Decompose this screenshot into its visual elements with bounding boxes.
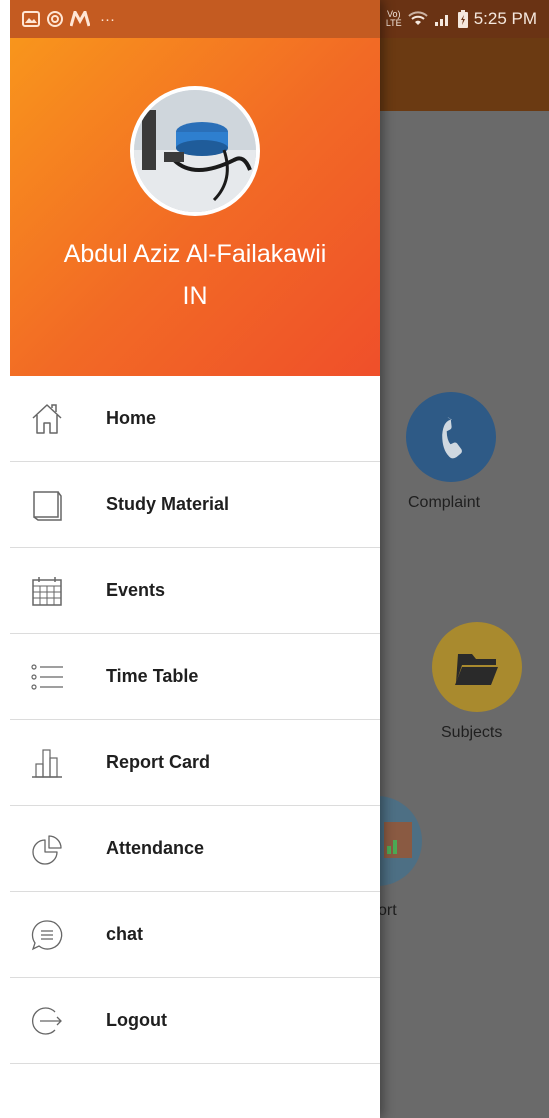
wifi-icon	[407, 11, 428, 25]
signal-icon	[434, 15, 448, 26]
gallery-icon	[22, 11, 40, 27]
menu-label-events: Events	[106, 580, 166, 600]
menu-item-chat[interactable]: chat	[10, 892, 380, 978]
avatar[interactable]	[130, 86, 260, 216]
menu-label-report-card: Report Card	[106, 752, 211, 772]
bar-chart-icon	[32, 748, 62, 778]
list-icon	[31, 663, 63, 690]
menu-item-study-material[interactable]: Study Material	[10, 462, 380, 548]
menu-item-attendance[interactable]: Attendance	[10, 806, 380, 892]
screen: Complaint Subjects ort Vo) LTE 5:25 PM ·…	[10, 0, 549, 1118]
volte-indicator: Vo) LTE	[385, 9, 402, 28]
menu-label-attendance: Attendance	[106, 838, 205, 858]
chat-icon	[31, 919, 63, 950]
menu-item-time-table[interactable]: Time Table	[10, 634, 380, 720]
menu-label-time-table: Time Table	[106, 666, 199, 686]
subjects-label: Subjects	[441, 724, 503, 741]
logout-icon	[32, 1006, 62, 1035]
complaint-button[interactable]	[406, 392, 496, 482]
subjects-button[interactable]	[432, 622, 522, 712]
more-notifications: ···	[100, 10, 115, 28]
at-icon	[47, 11, 63, 27]
menu-item-home[interactable]: Home	[10, 376, 380, 462]
drawer-menu: Home Study Material Events Time Table Re…	[10, 376, 380, 1064]
report-label: ort	[378, 902, 397, 919]
menu-label-study-material: Study Material	[106, 494, 230, 514]
calendar-icon	[32, 576, 62, 606]
status-bar-right: Vo) LTE 5:25 PM	[386, 0, 537, 38]
folder-icon	[455, 654, 498, 685]
home-icon	[32, 403, 62, 434]
status-time: 5:25 PM	[473, 9, 537, 28]
menu-label-home: Home	[106, 408, 157, 428]
menu-item-logout[interactable]: Logout	[10, 978, 380, 1064]
pie-chart-icon	[32, 834, 62, 865]
menu-label-chat: chat	[106, 924, 144, 944]
menu-label-logout: Logout	[106, 1010, 167, 1030]
drawer-status-bar: ···	[10, 0, 380, 38]
menu-item-report-card[interactable]: Report Card	[10, 720, 380, 806]
phone-icon	[442, 417, 462, 459]
m-icon	[70, 11, 90, 27]
profile-subtitle: IN	[182, 282, 208, 310]
book-icon	[33, 490, 62, 521]
menu-item-events[interactable]: Events	[10, 548, 380, 634]
drawer-header: ··· Abdul Aziz Al-Failakawii IN	[10, 0, 380, 376]
navigation-drawer: ··· Abdul Aziz Al-Failakawii IN Home Stu…	[10, 0, 380, 1118]
battery-icon	[457, 10, 468, 28]
complaint-label: Complaint	[408, 494, 481, 511]
profile-photo	[134, 90, 256, 212]
profile-name: Abdul Aziz Al-Failakawii	[63, 240, 327, 268]
